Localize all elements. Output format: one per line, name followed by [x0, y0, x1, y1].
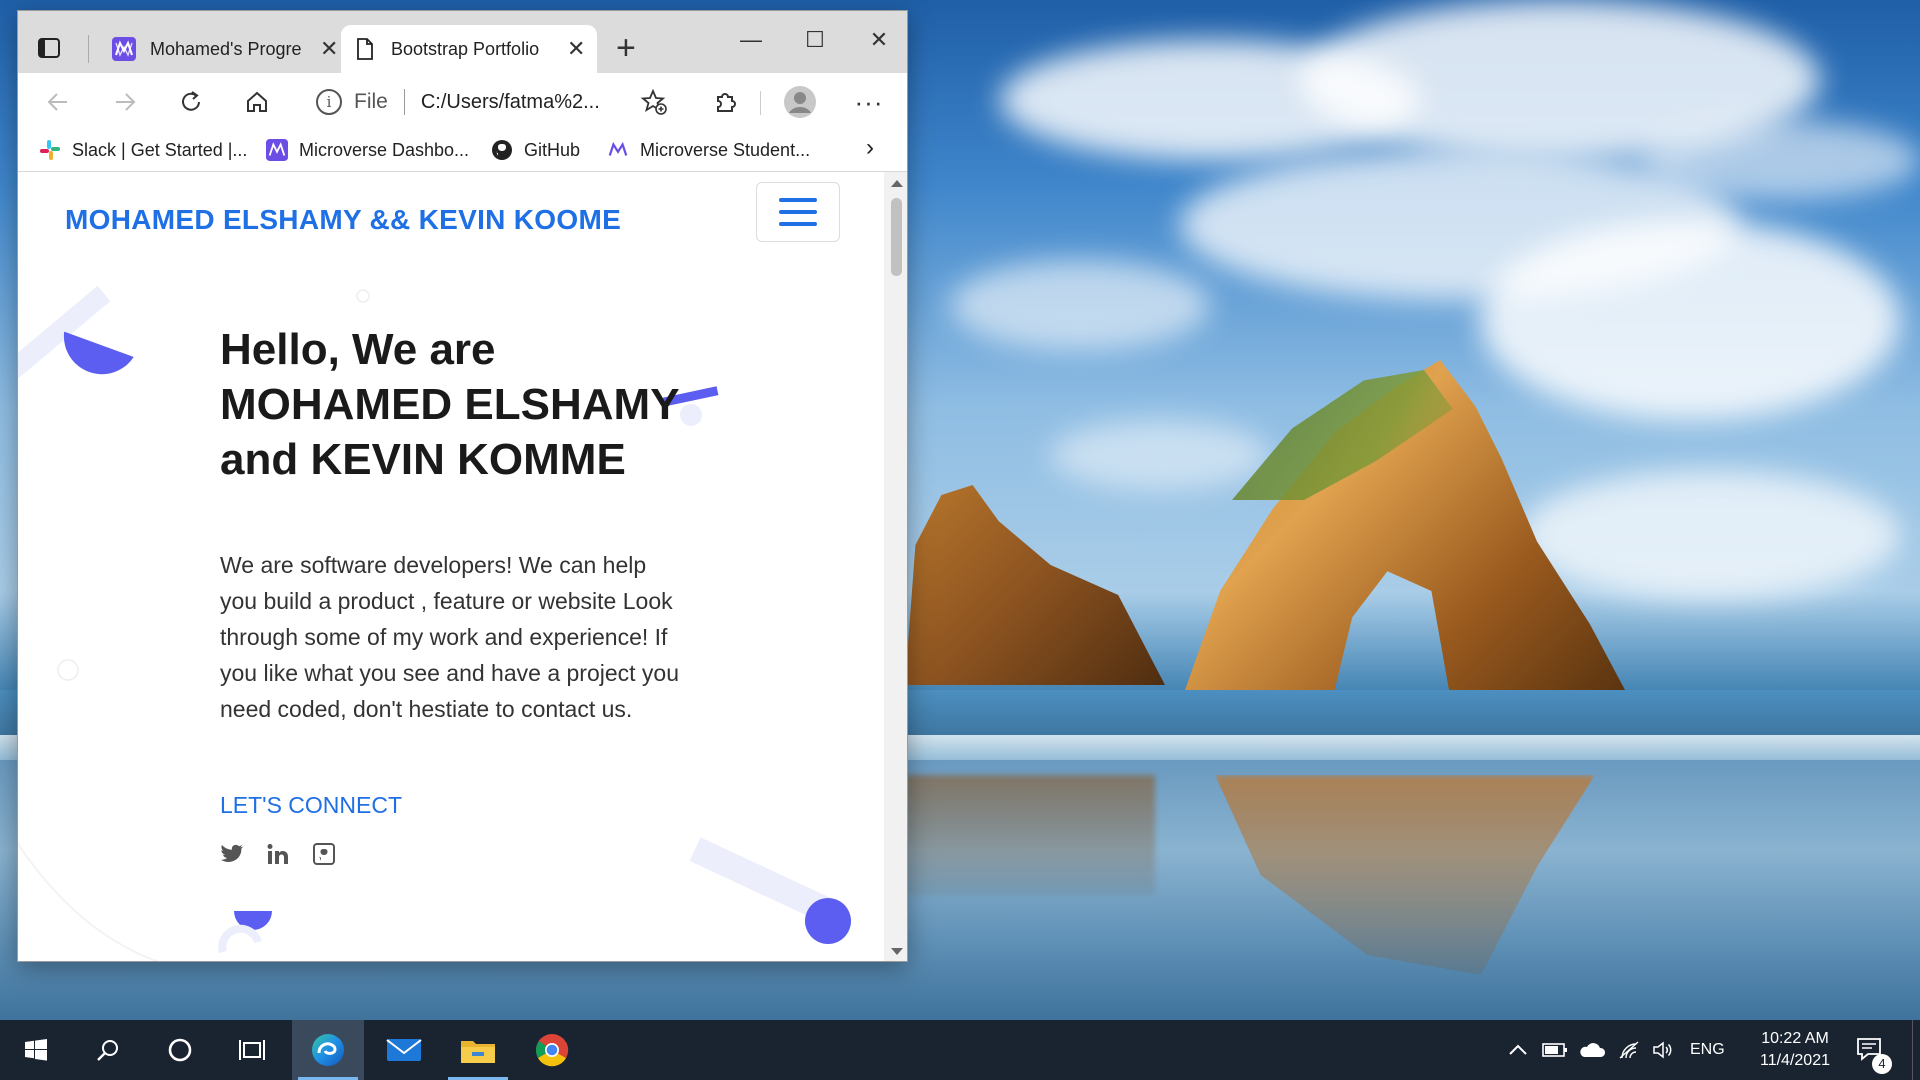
navbar-toggle-menu-icon[interactable]	[756, 182, 840, 242]
action-center-icon[interactable]: 4	[1856, 1020, 1892, 1080]
tab-title: Bootstrap Portfolio	[391, 38, 540, 59]
input-language[interactable]: ENG	[1690, 1020, 1725, 1080]
page-scrollbar[interactable]	[884, 172, 907, 961]
back-button[interactable]	[43, 87, 73, 117]
show-desktop-button[interactable]	[1912, 1020, 1913, 1080]
bookmark-microverse-dashboard[interactable]: Microverse Dashbo...	[265, 138, 469, 162]
github-icon[interactable]	[312, 842, 336, 866]
tab-title: Mohamed's Progre	[150, 38, 302, 59]
more-options-icon[interactable]: ···	[854, 87, 884, 117]
add-favorite-icon[interactable]	[640, 88, 668, 116]
hero-title: Hello, We are MOHAMED ELSHAMY and KEVIN …	[220, 325, 679, 484]
web-page: MOHAMED ELSHAMY && KEVIN KOOME Hello, We…	[18, 172, 884, 961]
microverse-icon	[606, 138, 630, 162]
start-icon[interactable]	[0, 1020, 72, 1080]
microverse-icon	[265, 138, 289, 162]
wifi-icon[interactable]	[1618, 1020, 1642, 1080]
profile-avatar-icon[interactable]	[782, 84, 818, 120]
microverse-icon	[112, 37, 136, 61]
refresh-icon[interactable]	[176, 87, 206, 117]
mail-icon[interactable]	[368, 1020, 440, 1080]
show-hidden-icons-chevron-icon[interactable]	[1508, 1020, 1528, 1080]
bookmark-label: GitHub	[524, 139, 581, 160]
bookmark-label: Microverse Dashbo...	[299, 139, 470, 160]
task-view-icon[interactable]	[216, 1020, 288, 1080]
scroll-up-arrow-icon[interactable]	[891, 180, 903, 187]
scrollbar-thumb[interactable]	[891, 198, 902, 276]
bookmarks-bar: Slack | Get Started |... Microverse Dash…	[18, 128, 907, 172]
edge-icon[interactable]	[292, 1020, 364, 1080]
bookmark-label: Slack | Get Started |...	[72, 139, 248, 160]
navbar-brand[interactable]: MOHAMED ELSHAMY && KEVIN KOOME	[65, 204, 621, 236]
scheme-label: File	[354, 90, 388, 113]
lets-connect-link[interactable]: LET'S CONNECT	[220, 792, 402, 819]
browser-window: Mohamed's Progre ✕ Bootstrap Portfolio ✕…	[17, 10, 908, 962]
close-window-button[interactable]: ✕	[864, 27, 894, 53]
more-bookmarks-chevron-icon[interactable]: ›	[866, 134, 874, 162]
tab-bar: Mohamed's Progre ✕ Bootstrap Portfolio ✕…	[18, 11, 907, 73]
tab-mohameds-progress[interactable]: Mohamed's Progre ✕	[100, 25, 350, 73]
navigation-toolbar: i File C:/Users/fatma%2... ···	[18, 73, 907, 128]
onedrive-cloud-icon[interactable]	[1578, 1020, 1606, 1080]
address-bar[interactable]: i File C:/Users/fatma%2...	[298, 80, 680, 124]
chrome-icon[interactable]	[516, 1020, 588, 1080]
battery-icon[interactable]	[1542, 1020, 1568, 1080]
linkedin-icon[interactable]	[266, 842, 290, 866]
taskbar: ENG 10:22 AM 11/4/2021 4	[0, 1020, 1920, 1080]
search-icon[interactable]	[72, 1020, 144, 1080]
forward-button[interactable]	[110, 87, 140, 117]
clock-time: 10:22 AM	[1761, 1030, 1829, 1047]
scroll-down-arrow-icon[interactable]	[891, 948, 903, 955]
hero-description: We are software developers! We can help …	[220, 552, 680, 722]
twitter-icon[interactable]	[220, 842, 244, 866]
system-clock[interactable]: 10:22 AM 11/4/2021	[1740, 1028, 1850, 1072]
bookmark-slack[interactable]: Slack | Get Started |...	[38, 138, 247, 162]
tab-actions-icon[interactable]	[36, 35, 64, 61]
minimize-button[interactable]: —	[736, 27, 766, 53]
bookmark-github[interactable]: GitHub	[490, 138, 580, 162]
close-tab-icon[interactable]: ✕	[567, 36, 585, 62]
cortana-icon[interactable]	[144, 1020, 216, 1080]
notification-count-badge: 4	[1872, 1054, 1892, 1074]
home-icon[interactable]	[242, 87, 272, 117]
bookmark-microverse-student[interactable]: Microverse Student...	[606, 138, 810, 162]
social-links	[220, 842, 336, 866]
slack-icon	[38, 138, 62, 162]
new-tab-button[interactable]: +	[616, 31, 636, 65]
rock-formation-left	[905, 485, 1165, 685]
document-icon	[353, 37, 377, 61]
clock-date: 11/4/2021	[1760, 1052, 1830, 1069]
close-tab-icon[interactable]: ✕	[320, 36, 338, 62]
url-text: C:/Users/fatma%2...	[420, 90, 600, 113]
tab-bootstrap-portfolio[interactable]: Bootstrap Portfolio ✕	[341, 25, 597, 73]
bookmark-label: Microverse Student...	[640, 139, 811, 160]
maximize-button[interactable]: ☐	[800, 27, 830, 53]
extensions-icon[interactable]	[710, 87, 740, 117]
file-explorer-icon[interactable]	[442, 1020, 514, 1080]
site-info-icon[interactable]: i	[316, 89, 342, 115]
volume-icon[interactable]	[1652, 1020, 1676, 1080]
github-icon	[490, 138, 514, 162]
